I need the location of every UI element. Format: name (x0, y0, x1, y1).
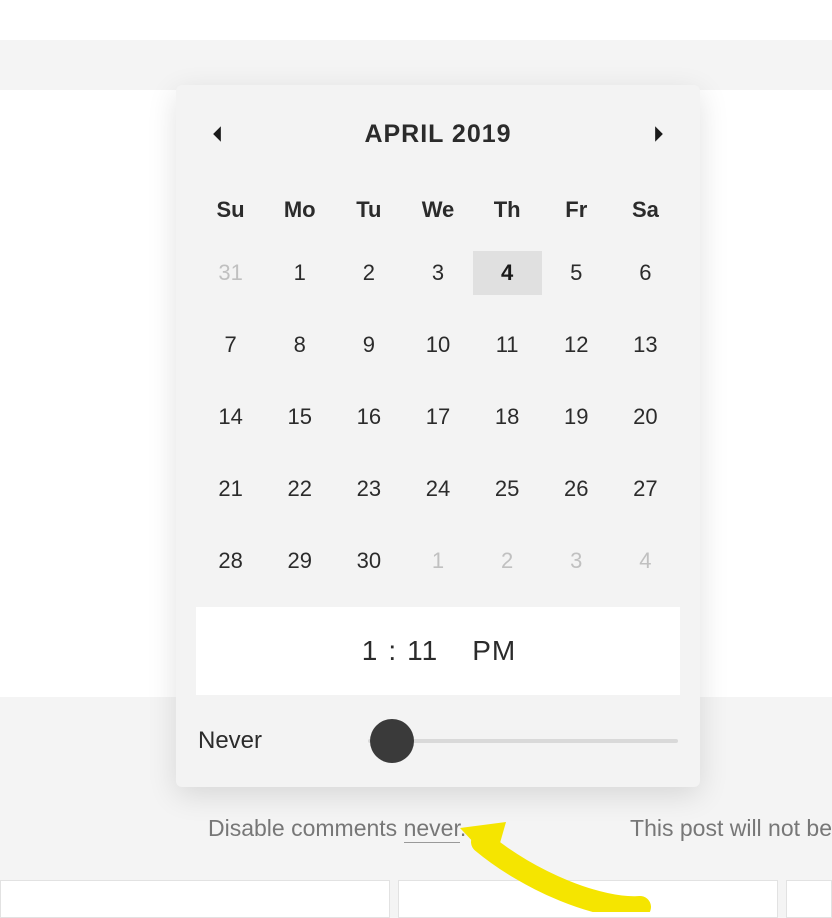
calendar-day[interactable]: 25 (473, 467, 542, 511)
time-hour[interactable]: 1 (360, 635, 381, 667)
calendar-day[interactable]: 2 (334, 251, 403, 295)
next-month-button[interactable] (644, 119, 674, 149)
top-band (0, 40, 832, 90)
datepicker-popover: APRIL 2019 SuMoTuWeThFrSa311234567891011… (176, 85, 700, 787)
caption-row: Disable comments never. This post will n… (0, 815, 832, 842)
dow-header: We (403, 197, 472, 223)
slider[interactable] (368, 721, 678, 761)
post-status-caption: This post will not be (630, 815, 832, 842)
dow-header: Fr (542, 197, 611, 223)
calendar-day[interactable]: 13 (611, 323, 680, 367)
calendar-day[interactable]: 1 (403, 539, 472, 583)
chevron-right-icon (652, 125, 666, 143)
prev-month-button[interactable] (202, 119, 232, 149)
caption-suffix: . (460, 815, 466, 841)
calendar-day[interactable]: 8 (265, 323, 334, 367)
calendar-day[interactable]: 30 (334, 539, 403, 583)
slider-track (368, 739, 678, 743)
caption-prefix: Disable comments (208, 815, 404, 841)
slider-value-label: Never (198, 727, 368, 755)
calendar-day[interactable]: 4 (611, 539, 680, 583)
time-picker[interactable]: 1 : 11 PM (196, 607, 680, 695)
calendar-day[interactable]: 3 (542, 539, 611, 583)
time-minute[interactable]: 11 (405, 635, 440, 667)
calendar-day[interactable]: 19 (542, 395, 611, 439)
calendar-day[interactable]: 28 (196, 539, 265, 583)
time-ampm[interactable]: PM (472, 635, 516, 667)
calendar-day[interactable]: 21 (196, 467, 265, 511)
dow-header: Th (473, 197, 542, 223)
calendar-day[interactable]: 20 (611, 395, 680, 439)
calendar-day[interactable]: 15 (265, 395, 334, 439)
calendar-day[interactable]: 4 (473, 251, 542, 295)
calendar-day[interactable]: 5 (542, 251, 611, 295)
time-colon: : (384, 635, 401, 667)
slider-handle[interactable] (370, 719, 414, 763)
dow-header: Sa (611, 197, 680, 223)
calendar-day[interactable]: 24 (403, 467, 472, 511)
calendar-day[interactable]: 17 (403, 395, 472, 439)
datepicker-header: APRIL 2019 (196, 119, 680, 179)
panel-3 (786, 880, 832, 918)
calendar-day[interactable]: 12 (542, 323, 611, 367)
calendar-day[interactable]: 6 (611, 251, 680, 295)
calendar-day[interactable]: 18 (473, 395, 542, 439)
disable-comments-link[interactable]: never (404, 815, 460, 843)
disable-comments-slider-row: Never (196, 695, 680, 767)
calendar-day[interactable]: 31 (196, 251, 265, 295)
disable-comments-caption: Disable comments never. (208, 815, 466, 842)
dow-header: Su (196, 197, 265, 223)
calendar-day[interactable]: 1 (265, 251, 334, 295)
dow-header: Mo (265, 197, 334, 223)
calendar-day[interactable]: 10 (403, 323, 472, 367)
calendar-day[interactable]: 16 (334, 395, 403, 439)
panel-1 (0, 880, 390, 918)
calendar-day[interactable]: 11 (473, 323, 542, 367)
calendar-day[interactable]: 7 (196, 323, 265, 367)
calendar-day[interactable]: 29 (265, 539, 334, 583)
calendar-day[interactable]: 14 (196, 395, 265, 439)
calendar-day[interactable]: 27 (611, 467, 680, 511)
bottom-panels (0, 880, 832, 918)
chevron-left-icon (210, 125, 224, 143)
calendar-day[interactable]: 9 (334, 323, 403, 367)
calendar-day[interactable]: 3 (403, 251, 472, 295)
calendar-day[interactable]: 22 (265, 467, 334, 511)
calendar-day[interactable]: 23 (334, 467, 403, 511)
calendar-day[interactable]: 2 (473, 539, 542, 583)
calendar-grid: SuMoTuWeThFrSa31123456789101112131415161… (196, 179, 680, 607)
dow-header: Tu (334, 197, 403, 223)
calendar-day[interactable]: 26 (542, 467, 611, 511)
month-year-title: APRIL 2019 (364, 120, 511, 149)
panel-2 (398, 880, 778, 918)
